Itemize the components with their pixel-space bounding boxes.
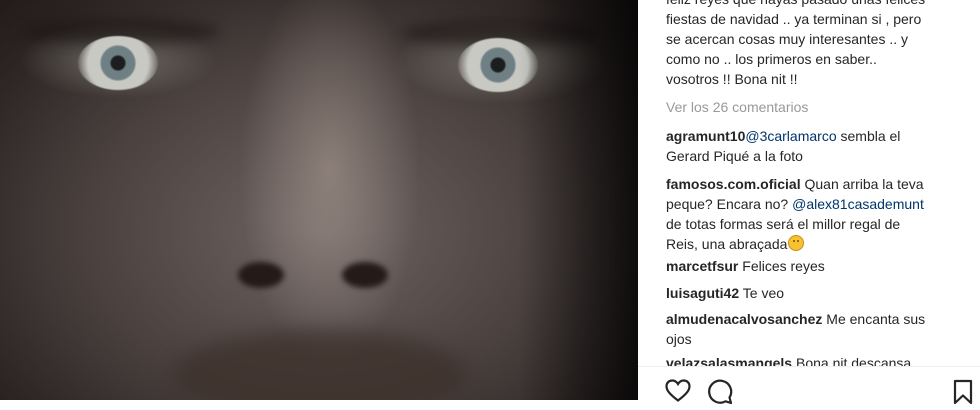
comment-text: Felices reyes xyxy=(738,258,825,274)
post-details-panel: feliz reyes que hayas pasado unas felice… xyxy=(638,0,980,405)
heart-icon[interactable] xyxy=(665,379,691,408)
comment-row: agramunt10@3carlamarco sembla el Gerard P… xyxy=(666,126,976,166)
comment-row: marcetfsur Felices reyes xyxy=(666,256,976,276)
comment-row: famosos.com.oficial Quan arriba la teva p… xyxy=(666,174,976,254)
comment-text: peque? Encara no? xyxy=(666,196,793,212)
post-photo[interactable] xyxy=(0,0,638,400)
comment-line: agramunt10@3carlamarco sembla el xyxy=(666,126,976,146)
comment-username-link[interactable]: famosos.com.oficial xyxy=(666,176,801,192)
comment-text: Quan arriba la teva xyxy=(800,176,924,192)
comment-text: sembla el xyxy=(836,128,901,144)
comment-line: de totas formas será el millor regal de xyxy=(666,214,976,234)
comment-username-link[interactable]: almudenacalvosanchez xyxy=(666,311,822,327)
comment-line: luisaguti42 Te veo xyxy=(666,283,976,303)
comment-icon[interactable] xyxy=(707,379,733,410)
photo-shape xyxy=(238,262,284,288)
comment-text: Gerard Piqué a la foto xyxy=(666,148,803,164)
comment-username-link[interactable]: marcetfsur xyxy=(666,258,738,274)
comment-text: de totas formas será el millor regal de xyxy=(666,216,901,232)
comment-row: almudenacalvosanchez Me encanta sus ojos xyxy=(666,309,976,349)
comment-username-link[interactable]: agramunt10 xyxy=(666,128,745,144)
photo-shape xyxy=(170,330,470,400)
comment-line: famosos.com.oficial Quan arriba la teva xyxy=(666,174,976,194)
comment-line: almudenacalvosanchez Me encanta sus xyxy=(666,309,976,329)
comment-text: Te veo xyxy=(739,285,785,301)
comment-line: marcetfsur Felices reyes xyxy=(666,256,976,276)
comment-text: ojos xyxy=(666,331,692,347)
comment-text: Me encanta sus xyxy=(822,311,926,327)
comment-line: Reis, una abraçada xyxy=(666,234,976,254)
comment-row: luisaguti42 Te veo xyxy=(666,283,976,303)
mention-link[interactable]: @alex81casademunt xyxy=(792,196,924,212)
bookmark-icon[interactable] xyxy=(953,379,973,410)
smiling-face-icon xyxy=(788,235,805,251)
comment-username-link[interactable]: luisaguti42 xyxy=(666,285,739,301)
mention-link[interactable]: @3carlamarco xyxy=(745,128,836,144)
comment-line: peque? Encara no? @alex81casademunt xyxy=(666,194,976,214)
photo-shape xyxy=(78,36,158,90)
comment-line: Gerard Piqué a la foto xyxy=(666,146,976,166)
comment-line: ojos xyxy=(666,329,976,349)
comment-text: Reis, una abraçada xyxy=(666,236,788,252)
photo-shape xyxy=(518,0,638,400)
post-caption: feliz reyes que hayas pasado unas felice… xyxy=(666,0,925,87)
photo-shape xyxy=(342,262,388,288)
view-all-comments-link[interactable]: Ver los 26 comentarios xyxy=(666,97,808,117)
action-bar xyxy=(638,366,980,405)
